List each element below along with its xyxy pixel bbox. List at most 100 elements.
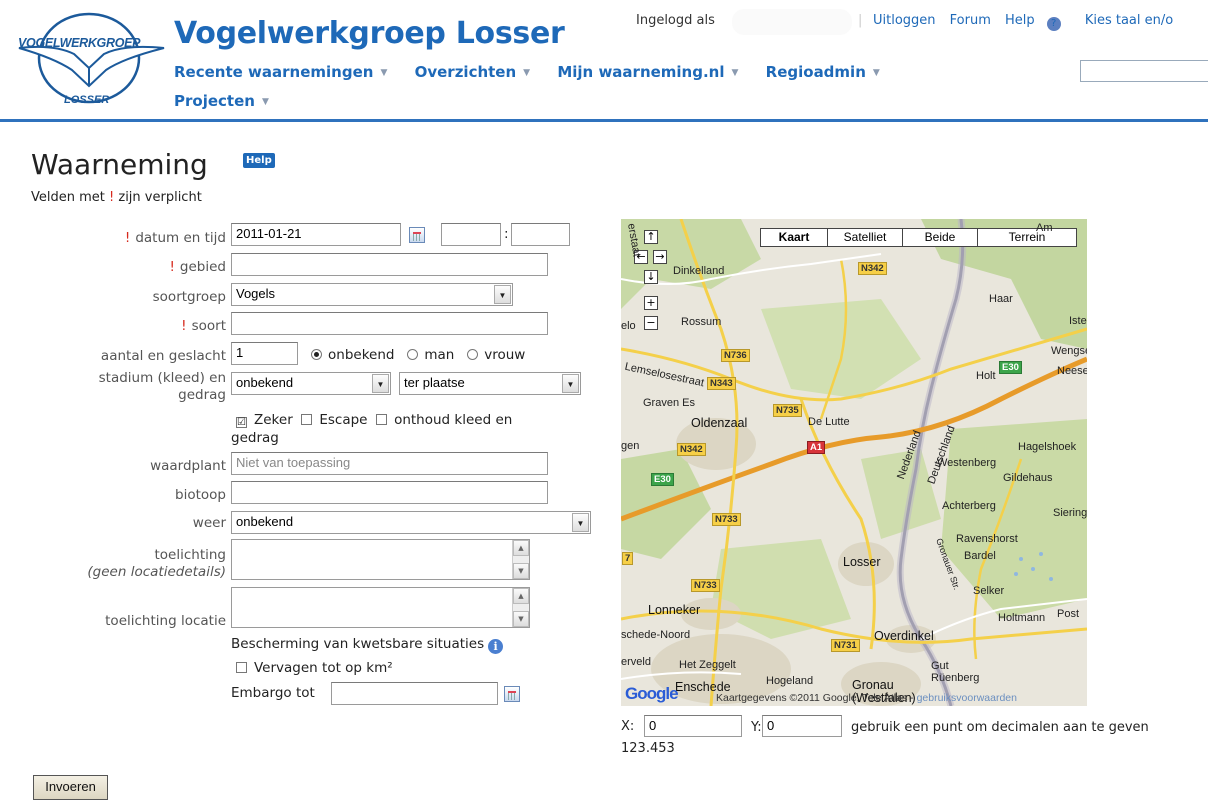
vervagen-label: Vervagen tot op km² — [254, 660, 393, 676]
sex-radio-onbekend[interactable]: onbekend — [311, 347, 394, 363]
required-note-pre: Velden met — [31, 190, 105, 205]
nav-label: Regioadmin — [765, 63, 866, 81]
nav-projecten[interactable]: Projecten ▼ — [174, 92, 269, 110]
onthoud-label: onthoud kleed en — [394, 412, 513, 428]
divider: | — [858, 13, 863, 28]
soortgroep-value: Vogels — [236, 286, 276, 301]
nav-overzichten[interactable]: Overzichten ▼ — [415, 63, 531, 81]
sex-radio-man[interactable]: man — [407, 347, 454, 363]
map-place: Siering — [1053, 507, 1087, 519]
logo-text-bottom: LOSSER — [64, 94, 110, 106]
vervagen-checkbox[interactable]: Vervagen tot op km² — [236, 660, 393, 676]
main-nav-row2: Projecten ▼ — [174, 92, 291, 110]
scroll-down-icon[interactable]: ▼ — [513, 563, 529, 579]
language-link[interactable]: Kies taal en/o — [1085, 13, 1173, 28]
site-logo[interactable]: VOGELWERKGROEP LOSSER — [14, 8, 174, 110]
nav-label: Recente waarnemingen — [174, 63, 374, 81]
zoom-out-icon[interactable]: − — [644, 316, 658, 330]
gedrag-select[interactable]: ter plaatse ▼ — [399, 372, 581, 395]
soort-label: ! soort — [181, 318, 226, 334]
x-input[interactable]: 0 — [644, 715, 742, 737]
required-note-post: zijn verplicht — [118, 190, 202, 205]
calendar-icon[interactable] — [409, 227, 425, 243]
map-place: gen — [621, 440, 640, 452]
zeker-label: Zeker — [254, 412, 293, 428]
dropdown-arrow-icon: ▼ — [372, 374, 389, 393]
help-button[interactable]: Help — [243, 153, 275, 168]
road-label: N733 — [712, 513, 741, 526]
escape-checkbox[interactable]: Escape — [301, 412, 367, 428]
map-type-terrein[interactable]: Terrein — [977, 228, 1077, 247]
nav-regioadmin[interactable]: Regioadmin ▼ — [766, 63, 880, 81]
weer-value: onbekend — [236, 514, 294, 529]
forum-link[interactable]: Forum — [950, 13, 991, 28]
submit-button[interactable]: Invoeren — [33, 775, 108, 800]
map-place: schede-Noord — [621, 629, 691, 641]
map-place: Am — [1036, 222, 1053, 234]
map-place: Hogeland — [766, 675, 814, 687]
map-footer: Google Kaartgegevens ©2011 Google, Tele … — [621, 684, 1087, 706]
escape-label: Escape — [319, 412, 368, 428]
required-mark: ! — [124, 230, 131, 246]
map-type-beide[interactable]: Beide — [902, 228, 978, 247]
waardplant-input[interactable]: Niet van toepassing — [231, 452, 548, 475]
help-link[interactable]: Help? — [1005, 13, 1071, 31]
scroll-up-icon[interactable]: ▲ — [513, 540, 529, 556]
gebied-label-text: gebied — [179, 259, 226, 275]
map-type-satelliet[interactable]: Satelliet — [827, 228, 903, 247]
decimal-hint: gebruik een punt om decimalen aan te gev… — [851, 720, 1149, 735]
pan-right-icon[interactable]: → — [653, 250, 667, 264]
stadium-select[interactable]: onbekend ▼ — [231, 372, 391, 395]
zeker-checkbox[interactable]: ☑ Zeker — [236, 412, 293, 428]
map[interactable]: Kaart Satelliet Beide Terrein ↑ ← → ↓ + … — [621, 219, 1087, 706]
scrollbar[interactable]: ▲ ▼ — [512, 588, 529, 627]
terms-link[interactable]: gebruiksvoorwaarden — [917, 692, 1017, 704]
map-place: Ravenshorst — [956, 533, 1018, 545]
road-label: 7 — [622, 552, 634, 565]
required-mark: ! — [181, 318, 187, 334]
toelichting-label: toelichting — [154, 547, 226, 563]
google-logo[interactable]: Google — [625, 684, 679, 704]
biotoop-input[interactable] — [231, 481, 548, 504]
soortgroep-select[interactable]: Vogels ▼ — [231, 283, 513, 306]
scroll-down-icon[interactable]: ▼ — [513, 611, 529, 627]
date-input[interactable]: 2011-01-21 — [231, 223, 401, 246]
soort-input[interactable] — [231, 312, 548, 335]
minute-input[interactable] — [511, 223, 570, 246]
top-links: Uitloggen Forum Help? Kies taal en/o — [873, 13, 1183, 31]
nav-recente-waarnemingen[interactable]: Recente waarnemingen ▼ — [174, 63, 387, 81]
gebied-input[interactable] — [231, 253, 548, 276]
logout-link[interactable]: Uitloggen — [873, 13, 936, 28]
search-input[interactable] — [1080, 60, 1208, 82]
map-place: Het Zeggelt — [679, 659, 736, 671]
site-title[interactable]: Vogelwerkgroep Losser — [174, 16, 565, 51]
pan-down-icon[interactable]: ↓ — [644, 270, 658, 284]
pan-up-icon[interactable]: ↑ — [644, 230, 658, 244]
scroll-up-icon[interactable]: ▲ — [513, 588, 529, 604]
zoom-in-icon[interactable]: + — [644, 296, 658, 310]
map-place: Hagelshoek — [1018, 441, 1077, 453]
y-input[interactable]: 0 — [762, 715, 842, 737]
embargo-input[interactable] — [331, 682, 498, 705]
scrollbar[interactable]: ▲ ▼ — [512, 540, 529, 579]
nav-label: Overzichten — [414, 63, 517, 81]
map-place: Wengse — [1051, 345, 1087, 357]
weer-select[interactable]: onbekend ▼ — [231, 511, 591, 534]
map-place: Gildehaus — [1003, 472, 1053, 484]
datum-label: ! datum en tijd — [125, 230, 226, 246]
aantal-input[interactable]: 1 — [231, 342, 298, 365]
toelichting-textarea[interactable]: ▲ ▼ — [231, 539, 530, 580]
gedrag-value: ter plaatse — [404, 375, 465, 390]
onthoud-checkbox[interactable]: onthoud kleed en — [376, 412, 512, 428]
map-type-kaart[interactable]: Kaart — [760, 228, 828, 247]
info-icon[interactable]: i — [488, 639, 504, 654]
calendar-icon[interactable] — [504, 686, 520, 702]
toelichting-locatie-textarea[interactable]: ▲ ▼ — [231, 587, 530, 628]
sex-option-label: onbekend — [328, 347, 395, 363]
road-label: N731 — [831, 639, 860, 652]
required-note: Velden met ! zijn verplicht — [31, 190, 202, 205]
nav-mijn-waarneming[interactable]: Mijn waarneming.nl ▼ — [557, 63, 738, 81]
map-place: Achterberg — [942, 500, 996, 512]
hour-input[interactable] — [441, 223, 501, 246]
sex-radio-vrouw[interactable]: vrouw — [467, 347, 525, 363]
